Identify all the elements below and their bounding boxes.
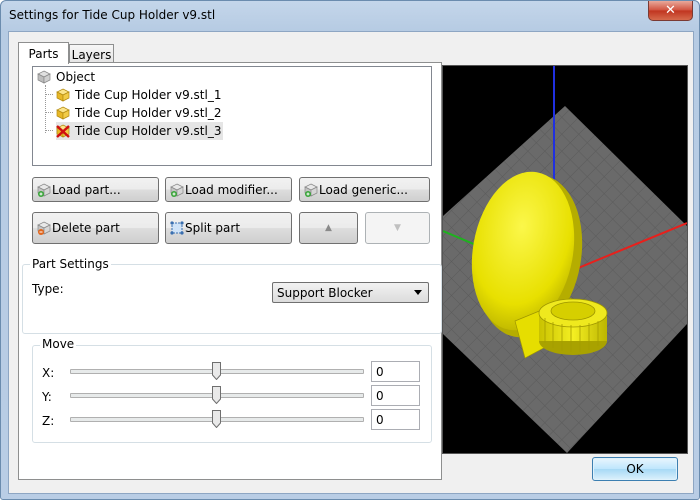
object-cube-icon [37,70,51,84]
tree-item-label: Tide Cup Holder v9.stl_2 [75,106,222,120]
tab-layers-label: Layers [71,47,112,62]
tab-layers[interactable]: Layers [69,44,114,64]
ok-label: OK [626,462,644,476]
split-part-button[interactable]: Split part [165,212,292,244]
tree-connector [45,94,53,95]
model-ring-hole [550,301,596,321]
load-part-icon [37,183,51,197]
load-generic-label: Load generic... [319,182,408,197]
move-z-label: Z: [42,414,55,428]
delete-part-label: Delete part [52,221,120,235]
ok-button[interactable]: OK [592,457,678,481]
support-blocker-icon [56,124,70,138]
part-cube-icon [56,106,70,120]
3d-preview-viewport[interactable] [442,65,688,454]
move-z-value: 0 [376,413,384,427]
type-label: Type: [32,282,64,296]
load-part-label: Load part... [52,182,121,197]
close-button[interactable]: ✕ [648,1,693,21]
tree-item-part-2[interactable]: Tide Cup Holder v9.stl_2 [56,104,221,122]
3d-scene [443,66,687,453]
window-title: Settings for Tide Cup Holder v9.stl [9,8,216,22]
split-part-icon [170,221,184,235]
delete-part-icon [37,221,51,235]
load-modifier-button[interactable]: Load modifier... [165,177,292,202]
move-z-input[interactable]: 0 [371,409,420,430]
split-part-label: Split part [185,221,241,235]
delete-part-button[interactable]: Delete part [32,212,159,244]
load-part-button[interactable]: Load part... [32,177,159,202]
move-y-input[interactable]: 0 [371,385,420,406]
tree-connector [45,85,46,133]
move-up-button[interactable]: ▲ [299,212,358,244]
tree-item-part-3[interactable]: Tide Cup Holder v9.stl_3 [56,122,224,140]
close-icon: ✕ [665,3,676,18]
move-x-input[interactable]: 0 [371,361,420,382]
tree-connector [45,112,53,113]
load-modifier-icon [170,183,184,197]
parts-tree[interactable]: Object Tide Cup Holder v9.stl_1 Tide Cup… [32,66,432,166]
load-modifier-label: Load modifier... [185,182,278,197]
load-generic-button[interactable]: Load generic... [299,177,430,202]
part-cube-icon [56,88,70,102]
move-y-label: Y: [42,390,52,404]
move-z-slider-thumb[interactable] [212,410,221,428]
load-generic-icon [304,183,318,197]
arrow-up-icon: ▲ [325,223,332,233]
move-y-slider-thumb[interactable] [212,386,221,404]
move-down-button[interactable]: ▼ [365,212,430,244]
move-y-value: 0 [376,389,384,403]
title-bar[interactable]: Settings for Tide Cup Holder v9.stl ✕ [1,1,699,31]
part-settings-heading: Part Settings [30,257,111,271]
move-x-slider-thumb[interactable] [212,362,221,380]
chevron-down-icon [414,290,422,295]
tree-item-label: Object [56,70,96,84]
arrow-down-icon: ▼ [394,223,401,233]
type-select[interactable]: Support Blocker [272,282,429,303]
tab-parts[interactable]: Parts [18,42,69,64]
move-heading: Move [40,337,77,351]
tab-parts-label: Parts [28,46,59,61]
tree-item-label: Tide Cup Holder v9.stl_3 [75,124,222,138]
tree-item-label: Tide Cup Holder v9.stl_1 [75,88,222,102]
settings-window: Settings for Tide Cup Holder v9.stl ✕ Pa… [0,0,700,500]
dialog-body: Parts Layers Object Tide Cup Holder v9.s… [8,31,694,494]
tree-item-object[interactable]: Object [37,68,95,86]
tree-connector [45,130,53,131]
move-x-label: X: [42,366,55,380]
move-x-value: 0 [376,365,384,379]
type-select-value: Support Blocker [277,285,373,300]
tree-item-part-1[interactable]: Tide Cup Holder v9.stl_1 [56,86,221,104]
